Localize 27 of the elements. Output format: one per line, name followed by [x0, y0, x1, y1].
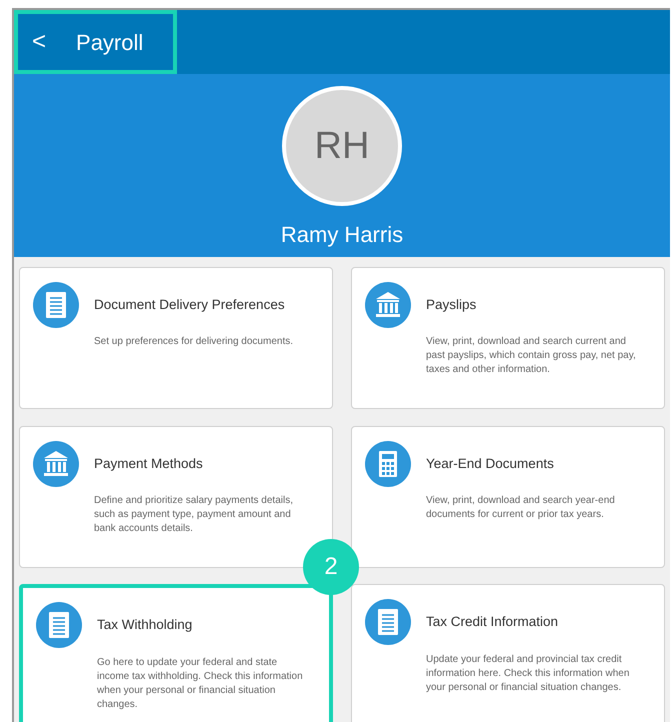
tile-description: View, print, download and search year-end documents for current or prior tax years.	[426, 494, 616, 522]
tile-title: Tax Credit Information	[426, 613, 560, 632]
tile-description: Update your federal and provincial tax credit information here. Check this information when your personal or financial situation changes.	[426, 652, 630, 695]
tile-card[interactable]: Tax Withholding Go here to update your federal and state income tax withholding. Check this information when your personal or financial situation changes.	[19, 584, 333, 722]
bank-icon	[365, 282, 411, 328]
bank-icon	[33, 440, 79, 487]
tile-description: View, print, download and search current and past payslips, which contain gross pay, net pay, taxes and other information.	[426, 335, 637, 378]
document-icon	[33, 282, 79, 328]
document-icon	[365, 599, 411, 646]
tile-card[interactable]: Document Delivery Preferences Set up preferences for delivering documents.	[19, 267, 333, 409]
page-title: Payroll	[76, 28, 144, 57]
tile-card[interactable]: Payslips View, print, download and search current and past payslips, which contain gross pay, net pay, taxes and other information.	[351, 267, 665, 409]
tile-card[interactable]: Tax Credit Information Update your federal and provincial tax credit information here. Check this information when your personal or financial situation changes.	[351, 584, 665, 722]
avatar: RH	[282, 86, 402, 206]
user-name: Ramy Harris	[280, 221, 404, 249]
tile-title: Document Delivery Preferences	[94, 296, 286, 314]
tile-description: Define and prioritize salary payments details, such as payment type, payment amount and bank accounts details.	[94, 494, 294, 536]
tile-description: Set up preferences for delivering documents.	[94, 335, 294, 350]
back-button[interactable]: <	[32, 30, 46, 54]
tile-title: Tax Withholding	[97, 616, 194, 634]
tile-title: Payslips	[426, 296, 478, 314]
tile-card[interactable]: Year-End Documents View, print, download and search year-end documents for current or prior tax years.	[351, 426, 665, 568]
calculator-icon	[365, 440, 411, 487]
document-icon	[36, 602, 82, 648]
tile-title: Payment Methods	[94, 454, 204, 473]
tile-description: Go here to update your federal and state income tax withholding. Check this information when your personal or financial situation changes.	[97, 656, 304, 712]
tile-title: Year-End Documents	[426, 454, 555, 473]
